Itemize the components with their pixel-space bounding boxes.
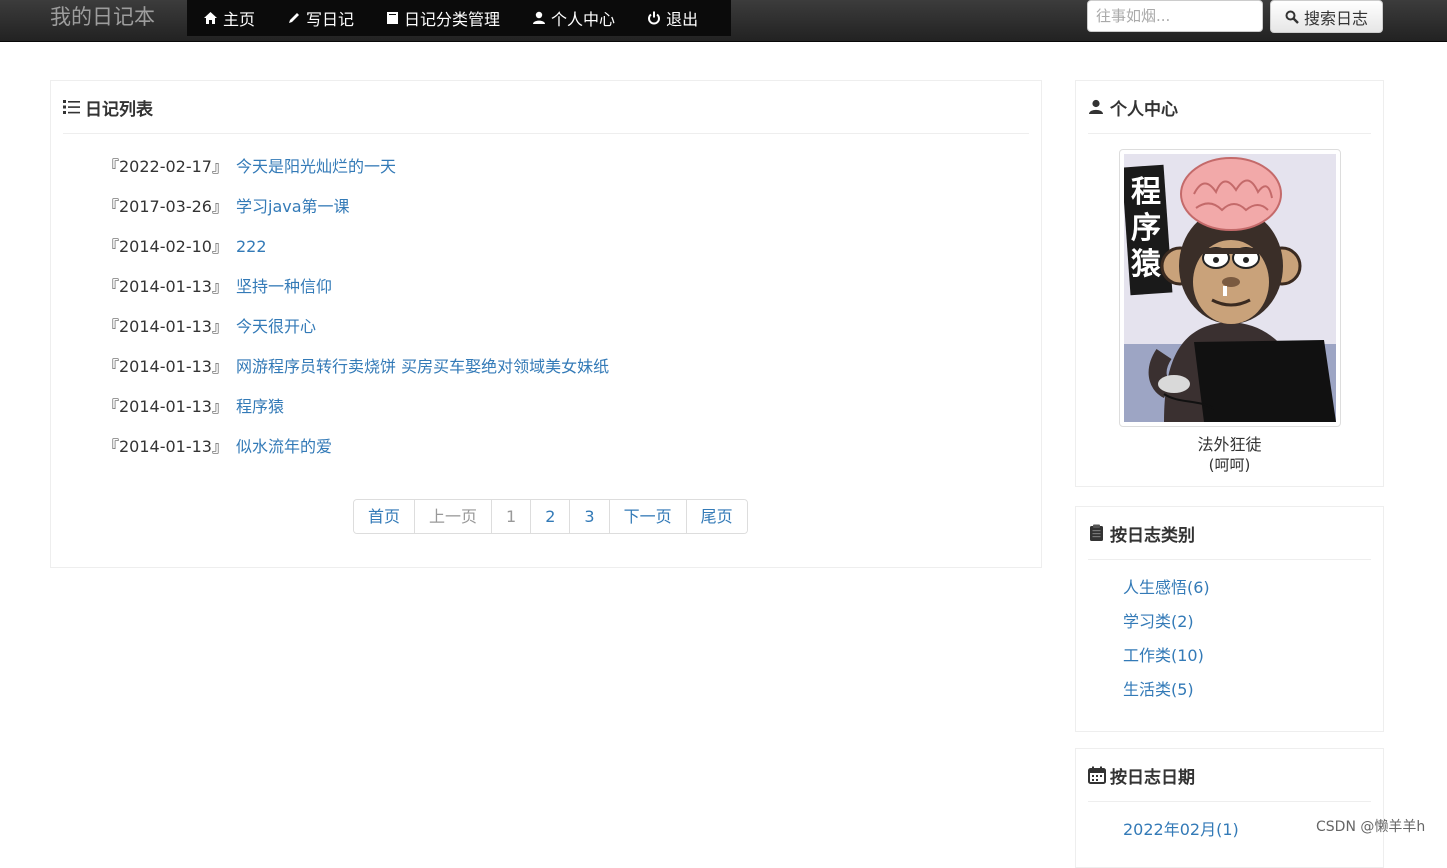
profile-nickname: 法外狂徒: [1197, 435, 1262, 454]
page-3[interactable]: 3: [569, 500, 609, 533]
search-icon: [1285, 10, 1299, 24]
search-input[interactable]: [1087, 0, 1263, 32]
page-2[interactable]: 2: [530, 500, 570, 533]
search-button[interactable]: 搜索日志: [1270, 0, 1383, 33]
clipboard-icon: [1090, 524, 1103, 541]
diary-date: 『2014-01-13』: [103, 277, 228, 296]
nav-personal-center-label: 个人中心: [551, 10, 616, 29]
diary-title-link[interactable]: 程序猿: [236, 397, 284, 416]
power-icon: [648, 11, 661, 25]
list-item: 『2017-03-26』 学习java第一课: [103, 196, 609, 236]
diary-title-link[interactable]: 网游程序员转行卖烧饼 买房买车娶绝对领域美女妹纸: [236, 357, 609, 376]
nav-write-diary[interactable]: 写日记: [271, 0, 370, 36]
diary-date: 『2014-01-13』: [103, 397, 228, 416]
diary-date: 『2022-02-17』: [103, 157, 228, 176]
nav-logout-label: 退出: [666, 10, 699, 29]
date-link[interactable]: 2022年02月(1): [1123, 819, 1239, 853]
diary-date: 『2014-02-10』: [103, 237, 228, 256]
diary-list-title: 日记列表: [85, 99, 153, 120]
profile-header: 个人中心: [1088, 81, 1371, 134]
category-panel: 按日志类别 人生感悟(6) 学习类(2) 工作类(10) 生活类(5): [1075, 506, 1384, 732]
category-title: 按日志类别: [1110, 525, 1195, 546]
category-link[interactable]: 生活类(5): [1123, 679, 1210, 713]
diary-list-header: 日记列表: [63, 81, 1029, 134]
user-icon: [1089, 99, 1103, 114]
category-link[interactable]: 学习类(2): [1123, 611, 1210, 645]
list-item: 『2014-01-13』 网游程序员转行卖烧饼 买房买车娶绝对领域美女妹纸: [103, 356, 609, 396]
diary-title-link[interactable]: 今天很开心: [236, 317, 316, 336]
date-title: 按日志日期: [1110, 767, 1195, 788]
page-last[interactable]: 尾页: [685, 500, 747, 533]
diary-list-panel: 日记列表 『2022-02-17』 今天是阳光灿烂的一天 『2017-03-26』…: [50, 80, 1042, 568]
nav-home-label: 主页: [223, 10, 256, 29]
brand-logo[interactable]: 我的日记本: [50, 0, 155, 35]
date-panel: 按日志日期 2022年02月(1): [1075, 748, 1384, 868]
pagination: 首页 上一页 1 2 3 下一页 尾页: [353, 499, 748, 534]
search-button-label: 搜索日志: [1303, 8, 1368, 28]
nav-menu: 主页 写日记 日记分类管理 个人中心 退出: [187, 0, 731, 36]
nav-home[interactable]: 主页: [187, 0, 271, 36]
list-item: 『2014-01-13』 坚持一种信仰: [103, 276, 609, 316]
list-item: 『2022-02-17』 今天是阳光灿烂的一天: [103, 156, 609, 196]
home-icon: [204, 12, 217, 24]
nav-category-manage-label: 日记分类管理: [404, 10, 501, 29]
avatar: 程 序 猿: [1119, 149, 1341, 427]
category-list: 人生感悟(6) 学习类(2) 工作类(10) 生活类(5): [1123, 577, 1210, 713]
diary-title-link[interactable]: 222: [236, 237, 267, 256]
list-icon: [63, 100, 80, 114]
category-link[interactable]: 工作类(10): [1123, 645, 1210, 679]
diary-date: 『2014-01-13』: [103, 317, 228, 336]
calendar-icon: [1088, 766, 1106, 784]
date-header: 按日志日期: [1088, 749, 1371, 802]
profile-signature: (呵呵): [1208, 456, 1251, 474]
user-icon: [533, 11, 546, 24]
top-navbar: 我的日记本 主页 写日记 日记分类管理 个人中心 退出 搜索日志: [0, 0, 1447, 42]
diary-date: 『2014-01-13』: [103, 437, 228, 456]
diary-title-link[interactable]: 似水流年的爱: [236, 437, 332, 456]
page-next[interactable]: 下一页: [608, 500, 686, 533]
category-link[interactable]: 人生感悟(6): [1123, 577, 1210, 611]
nav-write-diary-label: 写日记: [306, 10, 355, 29]
list-item: 『2014-02-10』 222: [103, 236, 609, 276]
svg-text:序: 序: [1131, 211, 1161, 246]
list-item: 『2014-01-13』 今天很开心: [103, 316, 609, 356]
diary-title-link[interactable]: 坚持一种信仰: [236, 277, 332, 296]
svg-text:猿: 猿: [1131, 247, 1162, 282]
diary-date: 『2017-03-26』: [103, 197, 228, 216]
diary-list: 『2022-02-17』 今天是阳光灿烂的一天 『2017-03-26』 学习jav…: [103, 156, 609, 476]
diary-date: 『2014-01-13』: [103, 357, 228, 376]
diary-title-link[interactable]: 今天是阳光灿烂的一天: [236, 157, 396, 176]
page-first[interactable]: 首页: [354, 500, 415, 533]
nav-logout[interactable]: 退出: [631, 0, 714, 36]
category-header: 按日志类别: [1088, 507, 1371, 560]
date-list: 2022年02月(1): [1123, 819, 1239, 853]
page-1[interactable]: 1: [491, 500, 531, 533]
list-item: 『2014-01-13』 似水流年的爱: [103, 436, 609, 476]
nav-personal-center[interactable]: 个人中心: [516, 0, 631, 36]
profile-title: 个人中心: [1110, 99, 1178, 120]
book-icon: [387, 12, 399, 24]
avatar-sign-text: 程: [1131, 175, 1161, 210]
csdn-watermark: CSDN @懒羊羊h: [1316, 819, 1426, 835]
pencil-icon: [289, 13, 300, 23]
monkey-avatar-image: 程 序 猿: [1124, 154, 1336, 422]
list-item: 『2014-01-13』 程序猿: [103, 396, 609, 436]
page-prev[interactable]: 上一页: [414, 500, 492, 533]
diary-title-link[interactable]: 学习java第一课: [236, 197, 350, 216]
profile-panel: 个人中心 程 序 猿 法外狂徒 (呵呵): [1075, 80, 1384, 487]
nav-category-manage[interactable]: 日记分类管理: [370, 0, 516, 36]
